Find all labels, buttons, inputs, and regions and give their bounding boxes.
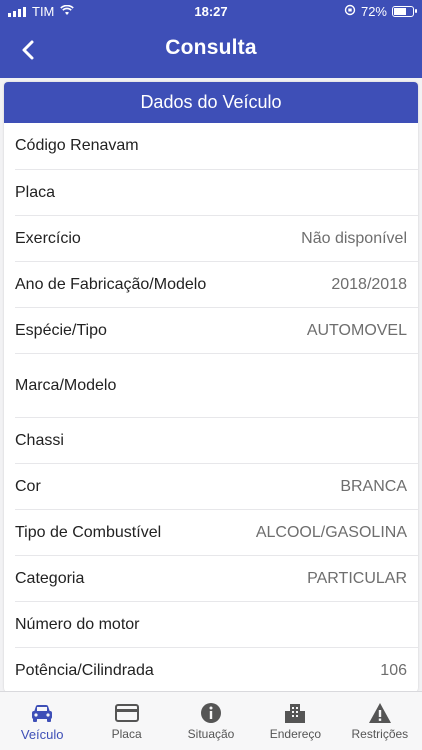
row-label: Exercício (15, 229, 81, 247)
data-row: Cor BRANCA (15, 464, 418, 510)
tab-building[interactable]: Endereço (253, 692, 337, 750)
battery-charging-icon (392, 6, 417, 17)
data-row: Potência/Cilindrada 106 (15, 648, 418, 692)
row-label: Marca/Modelo (15, 376, 117, 394)
row-label: Código Renavam (15, 137, 139, 154)
info-icon (200, 702, 222, 724)
card-icon (114, 702, 139, 724)
row-value: 106 (380, 662, 407, 679)
data-row: Placa (15, 170, 418, 216)
building-icon (284, 702, 306, 724)
data-row: Chassi (15, 418, 418, 464)
data-row: Código Renavam (15, 123, 418, 170)
row-label: Espécie/Tipo (15, 321, 107, 339)
data-row: Espécie/Tipo AUTOMOVEL (15, 308, 418, 354)
data-row: Número do motor (15, 602, 418, 648)
tab-label: Restrições (351, 727, 409, 741)
row-label: Potência/Cilindrada (15, 662, 154, 679)
data-row: Exercício Não disponível (15, 216, 418, 262)
card-header: Dados do Veículo (4, 82, 418, 123)
tab-info[interactable]: Situação (169, 692, 253, 750)
vehicle-data-list: Código Renavam Placa Exercício Não disponív… (4, 123, 418, 692)
status-bar: TIM 18:27 72% (0, 0, 422, 22)
row-label: Categoria (15, 569, 85, 587)
tab-label: Placa (111, 727, 142, 741)
row-value: PARTICULAR (307, 569, 407, 587)
orientation-lock-icon (344, 4, 356, 19)
row-label: Ano de Fabricação/Modelo (15, 275, 207, 293)
row-value: BRANCA (340, 477, 407, 495)
tab-car[interactable]: Veículo (0, 692, 84, 750)
tab-card[interactable]: Placa (84, 692, 168, 750)
row-value: Não disponível (301, 229, 407, 247)
battery-percent: 72% (360, 4, 387, 19)
tab-label: Endereço (269, 727, 322, 741)
car-icon (30, 702, 54, 724)
row-label: Tipo de Combustível (15, 523, 162, 541)
data-row: Ano de Fabricação/Modelo 2018/2018 (15, 262, 418, 308)
row-label: Número do motor (15, 615, 140, 633)
tab-label: Veículo (20, 727, 64, 742)
data-row: Tipo de Combustível ALCOOL/GASOLINA (15, 510, 418, 556)
tab-bar: Veículo Placa Situação Endereço Restrições (0, 691, 422, 750)
tab-label: Situação (187, 727, 235, 741)
data-row: Categoria PARTICULAR (15, 556, 418, 602)
tab-warning[interactable]: Restrições (338, 692, 422, 750)
row-value: ALCOOL/GASOLINA (255, 523, 407, 541)
warning-icon (368, 702, 392, 724)
row-value: AUTOMOVEL (306, 321, 407, 339)
page-title: Consulta (165, 36, 257, 59)
row-value: 2018/2018 (331, 275, 407, 293)
row-label: Cor (15, 477, 41, 495)
row-label: Chassi (15, 431, 64, 449)
row-label: Placa (15, 183, 56, 201)
data-row: Marca/Modelo (15, 354, 418, 418)
vehicle-data-card: Dados do Veículo Código Renavam Placa Exer… (4, 82, 418, 692)
top-bar: TIM 18:27 72% Consulta (0, 0, 422, 78)
